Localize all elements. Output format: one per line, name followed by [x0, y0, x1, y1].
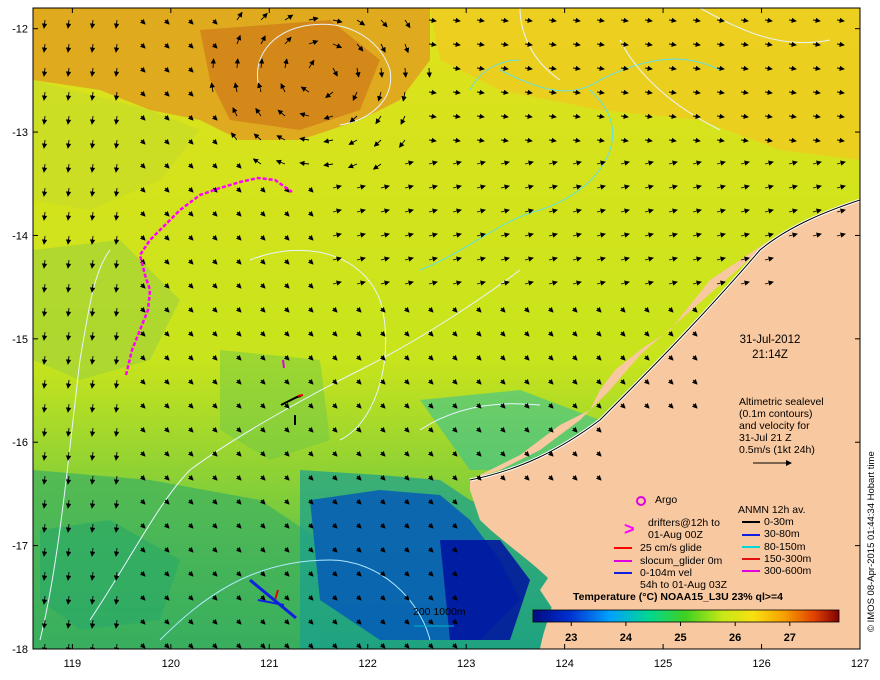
- timestamp-time: 21:14Z: [752, 349, 788, 361]
- y-tick-label: -17: [12, 541, 28, 553]
- colorbar-title: Temperature (°C) NOAA15_L3U 23% ql>=4: [573, 591, 783, 603]
- x-tick-label: 120: [162, 658, 180, 670]
- altimetry-line-2: (0.1m contours): [739, 408, 813, 420]
- x-tick-label: 127: [851, 658, 869, 670]
- x-tick-label: 123: [457, 658, 475, 670]
- velocity-arrow-icon: [426, 67, 432, 78]
- altimetry-line-5: 0.5m/s (1kt 24h): [739, 444, 815, 456]
- vel-label-1: 0-104m vel: [640, 567, 692, 579]
- anmn-legend-label: 300-600m: [764, 565, 812, 578]
- anmn-legend-title: ANMN 12h av.: [738, 504, 806, 516]
- altimetry-line-1: Altimetric sealevel: [739, 396, 824, 408]
- colorbar-tick-label: 26: [729, 632, 741, 644]
- depth-scale-label: 200 1000m: [413, 606, 466, 618]
- colorbar-tick-label: 27: [784, 632, 796, 644]
- anmn-legend-item: 150-300m: [742, 553, 811, 565]
- timestamp-date: 31-Jul-2012: [739, 334, 801, 346]
- y-tick-label: -16: [12, 437, 28, 449]
- y-tick-label: -18: [12, 644, 28, 656]
- anmn-legend-label: 30-80m: [764, 528, 800, 541]
- anmn-swatch: [742, 545, 760, 548]
- anmn-swatch: [742, 570, 760, 573]
- y-tick-label: -13: [12, 127, 28, 139]
- altimetry-note: Altimetric sealevel (0.1m contours) and …: [739, 396, 824, 456]
- drifter-chevron-icon: >: [624, 519, 635, 539]
- anmn-swatch: [742, 558, 760, 561]
- anmn-swatch: [742, 521, 760, 524]
- anmn-legend-item: 30-80m: [742, 528, 800, 540]
- colorbar-tick-label: 23: [565, 632, 577, 644]
- altimetry-line-3: and velocity for: [739, 420, 810, 432]
- x-tick-label: 122: [359, 658, 377, 670]
- colorbar-tick-label: 25: [674, 632, 686, 644]
- velocity-arrow-icon: [210, 58, 216, 69]
- x-tick-label: 119: [64, 658, 82, 670]
- argo-label: Argo: [655, 494, 678, 506]
- anmn-legend-label: 0-30m: [764, 516, 794, 528]
- y-tick-label: -12: [12, 24, 28, 36]
- altimetry-line-4: 31-Jul 21 Z: [739, 432, 792, 444]
- x-tick-label: 125: [654, 658, 672, 670]
- drifters-label-2: 01-Aug 00Z: [648, 529, 703, 541]
- drifters-label-1: drifters@12h to: [648, 517, 720, 529]
- anmn-legend-label: 80-150m: [764, 540, 806, 553]
- y-tick-label: -15: [12, 334, 28, 346]
- glide-label: 25 cm/s glide: [640, 542, 702, 554]
- x-tick-label: 126: [752, 658, 770, 670]
- timestamp: 31-Jul-2012 21:14Z: [715, 333, 825, 363]
- vel-label-2: 54h to 01-Aug 03Z: [640, 579, 727, 591]
- anmn-legend-label: 150-300m: [764, 552, 812, 565]
- credit-text: © IMOS 08-Apr-2015 01:44:34 Hobart time: [866, 451, 877, 632]
- colorbar: [532, 609, 840, 623]
- colorbar-tick-label: 24: [620, 632, 633, 644]
- slocum-label: slocum_glider 0m: [640, 555, 723, 567]
- x-tick-label: 124: [555, 658, 573, 670]
- y-tick-label: -14: [12, 230, 28, 242]
- x-tick-label: 121: [260, 658, 278, 670]
- anmn-legend-item: 300-600m: [742, 565, 811, 577]
- anmn-swatch: [742, 533, 760, 536]
- anmn-legend-item: 0-30m: [742, 516, 794, 528]
- anmn-legend-item: 80-150m: [742, 541, 805, 553]
